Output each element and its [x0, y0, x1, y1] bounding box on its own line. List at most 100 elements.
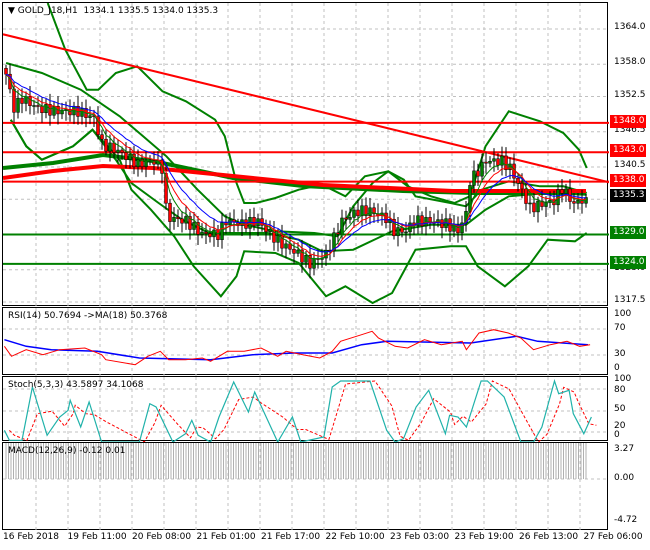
- time-tick: 21 Feb 17:00: [261, 532, 321, 542]
- candle-body: [216, 229, 220, 240]
- price-tick: 1364.0: [614, 22, 646, 32]
- candle-body: [120, 149, 124, 153]
- dropdown-arrow-icon[interactable]: ▼: [8, 6, 15, 16]
- macd-panel[interactable]: MACD(12,26,9) -0.12 0.01: [2, 442, 609, 531]
- descending-trendline: [3, 33, 609, 184]
- candle-body: [344, 217, 348, 220]
- candle-body: [284, 243, 288, 249]
- candle-body: [492, 158, 496, 162]
- candle-body: [16, 97, 20, 113]
- candle-body: [544, 202, 548, 207]
- time-tick: 27 Feb 06:00: [583, 532, 643, 542]
- candle-body: [100, 134, 104, 140]
- stoch-tick: 100: [614, 374, 632, 384]
- candle-body: [560, 189, 564, 194]
- candle-body: [516, 177, 520, 184]
- candle-body: [520, 183, 524, 190]
- stochastic-title: Stoch(5,3,3) 43.5897 34.1068: [8, 380, 144, 390]
- candle-body: [180, 218, 184, 224]
- price-level-tag: 1329.0: [610, 226, 646, 240]
- macd-tick: -4.72: [614, 515, 638, 525]
- candle-body: [108, 142, 112, 152]
- price-level-tag: 1335.3: [610, 189, 646, 203]
- stoch-tick: 0: [614, 430, 620, 440]
- candle-body: [352, 209, 356, 218]
- price-level-tag: 1324.0: [610, 255, 646, 269]
- rsi-tick: 100: [614, 309, 632, 319]
- candle-body: [296, 249, 300, 254]
- macd-tick: 3.27: [614, 444, 635, 454]
- stochastic-panel[interactable]: Stoch(5,3,3) 43.5897 34.1068: [2, 376, 609, 442]
- candle-body: [536, 200, 540, 213]
- price-level-tag: 1343.0: [610, 144, 646, 158]
- symbol-label: GOLD_J18,H1: [17, 6, 78, 16]
- rsi-tick: 70: [614, 323, 626, 333]
- candle-body: [192, 222, 196, 230]
- rsi-title: RSI(14) 50.7694 ->MA(18) 50.3768: [8, 311, 168, 321]
- candle-body: [128, 153, 132, 160]
- time-tick: 22 Feb 10:00: [325, 532, 385, 542]
- candle-body: [104, 138, 108, 152]
- candle-body: [488, 160, 492, 164]
- candle-body: [20, 97, 24, 104]
- candle-body: [564, 188, 568, 194]
- stoch-tick: 50: [614, 404, 626, 414]
- candle-body: [356, 209, 360, 217]
- candle-body: [572, 201, 576, 204]
- price-chart-canvas: [3, 3, 609, 307]
- rsi-ma-line: [4, 335, 589, 361]
- candle-body: [584, 197, 588, 204]
- candle-body: [528, 202, 532, 205]
- candle-body: [40, 105, 44, 114]
- candle-body: [204, 231, 208, 234]
- candle-body: [576, 199, 580, 204]
- candle-body: [496, 158, 500, 166]
- candle-body: [208, 233, 212, 238]
- candle-body: [312, 258, 316, 269]
- rsi-tick: 30: [614, 349, 626, 359]
- candle-body: [184, 216, 188, 224]
- macd-canvas: [3, 443, 609, 531]
- time-tick: 19 Feb 11:00: [67, 532, 127, 542]
- price-tick: 1340.5: [614, 159, 646, 170]
- price-chart-panel[interactable]: ▼ GOLD_J18,H1 1334.1 1335.5 1334.0 1335.…: [2, 2, 609, 307]
- ohlc-readout: 1334.1 1335.5 1334.0 1335.3: [83, 6, 219, 16]
- candle-body: [304, 255, 308, 263]
- price-tick: 1317.5: [614, 295, 646, 305]
- candle-body: [144, 160, 148, 167]
- time-tick: 23 Feb 03:00: [390, 532, 450, 542]
- time-tick: 26 Feb 13:00: [519, 532, 579, 542]
- candle-body: [472, 170, 476, 186]
- stoch-tick: 80: [614, 385, 626, 395]
- candle-body: [4, 68, 8, 75]
- candle-body: [224, 222, 228, 226]
- candle-body: [136, 158, 140, 167]
- candle-body: [28, 96, 32, 107]
- candle-body: [384, 212, 388, 224]
- price-tick: 1352.5: [614, 89, 646, 100]
- candle-body: [80, 108, 84, 117]
- time-tick: 23 Feb 19:00: [454, 532, 514, 542]
- candle-body: [348, 217, 352, 220]
- macd-tick: 0.00: [614, 473, 635, 483]
- candle-body: [504, 155, 508, 171]
- candle-body: [336, 232, 340, 235]
- candle-body: [404, 231, 408, 234]
- bollinger-lower-band: [9, 119, 588, 305]
- candle-body: [396, 227, 400, 237]
- price-level-tag: 1348.0: [610, 114, 646, 128]
- candle-body: [112, 142, 116, 153]
- candle-body: [200, 231, 204, 235]
- long-moving-average-red: [3, 163, 586, 193]
- candle-body: [60, 110, 64, 115]
- price-tick: 1358.0: [614, 57, 646, 68]
- rsi-panel[interactable]: RSI(14) 50.7694 ->MA(18) 50.3768: [2, 307, 609, 376]
- candle-body: [172, 216, 176, 222]
- candle-body: [124, 152, 128, 160]
- time-tick: 16 Feb 2018: [3, 532, 60, 542]
- candle-body: [116, 149, 120, 153]
- candle-body: [480, 161, 484, 177]
- candle-body: [368, 207, 372, 216]
- time-tick: 20 Feb 08:00: [132, 532, 192, 542]
- candle-body: [168, 202, 172, 222]
